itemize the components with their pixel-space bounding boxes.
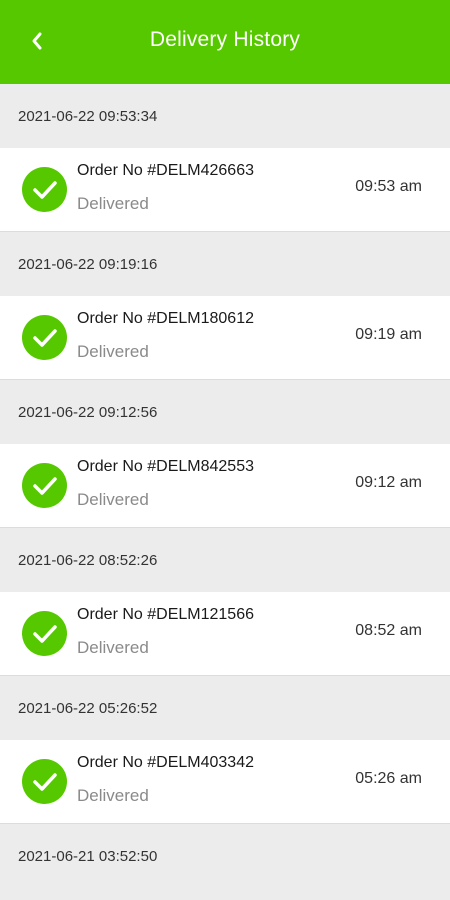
order-text: Order No #DELM426663 Delivered <box>77 160 254 215</box>
order-time: 09:53 am <box>355 178 422 195</box>
order-item[interactable]: Order No #DELM403342 Delivered 05:26 am <box>0 740 450 824</box>
order-text: Order No #DELM842553 Delivered <box>77 456 254 511</box>
order-number: Order No #DELM121566 <box>77 606 254 623</box>
order-status: Delivered <box>77 786 149 805</box>
page-title: Delivery History <box>149 28 301 51</box>
check-circle-icon <box>22 167 67 212</box>
order-status: Delivered <box>77 490 149 509</box>
date-header: 2021-06-22 09:12:56 <box>0 380 450 444</box>
order-number: Order No #DELM842553 <box>77 458 254 475</box>
back-button[interactable] <box>22 26 52 56</box>
order-number: Order No #DELM403342 <box>77 754 254 771</box>
order-number: Order No #DELM426663 <box>77 162 254 179</box>
order-status: Delivered <box>77 194 149 213</box>
order-time: 05:26 am <box>355 770 422 787</box>
date-header: 2021-06-22 08:52:26 <box>0 528 450 592</box>
order-item[interactable]: Order No #DELM180612 Delivered 09:19 am <box>0 296 450 380</box>
order-status: Delivered <box>77 638 149 657</box>
date-header: 2021-06-22 09:53:34 <box>0 84 450 148</box>
check-circle-icon <box>22 759 67 804</box>
order-text: Order No #DELM403342 Delivered <box>77 752 254 807</box>
date-header: 2021-06-22 09:19:16 <box>0 232 450 296</box>
delivery-history-list: 2021-06-22 09:53:34 Order No #DELM426663… <box>0 84 450 888</box>
order-time: 08:52 am <box>355 622 422 639</box>
order-time: 09:19 am <box>355 326 422 343</box>
app: Delivery History 2021-06-22 09:53:34 Ord… <box>0 0 450 900</box>
app-header: Delivery History <box>0 0 450 84</box>
order-item[interactable]: Order No #DELM121566 Delivered 08:52 am <box>0 592 450 676</box>
order-time: 09:12 am <box>355 474 422 491</box>
date-header: 2021-06-21 03:52:50 <box>0 824 450 888</box>
check-circle-icon <box>22 611 67 656</box>
check-circle-icon <box>22 315 67 360</box>
date-header: 2021-06-22 05:26:52 <box>0 676 450 740</box>
chevron-left-icon <box>32 32 42 50</box>
order-number: Order No #DELM180612 <box>77 310 254 327</box>
order-item[interactable]: Order No #DELM842553 Delivered 09:12 am <box>0 444 450 528</box>
check-circle-icon <box>22 463 67 508</box>
order-item[interactable]: Order No #DELM426663 Delivered 09:53 am <box>0 148 450 232</box>
order-text: Order No #DELM121566 Delivered <box>77 604 254 659</box>
order-status: Delivered <box>77 342 149 361</box>
order-text: Order No #DELM180612 Delivered <box>77 308 254 363</box>
